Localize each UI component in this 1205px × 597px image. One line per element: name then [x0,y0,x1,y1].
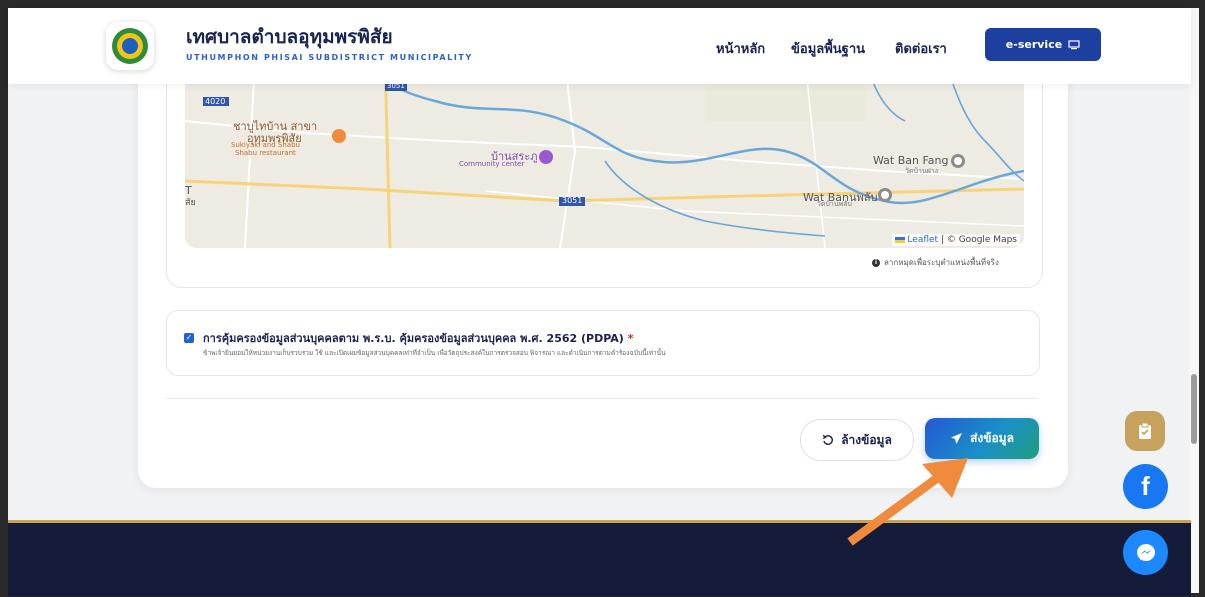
logo-seal-core [122,38,138,54]
window-frame-left [0,0,8,597]
map-poi-community-en: Community center [459,160,525,168]
road-4020-label: 4020 [205,97,226,106]
pdpa-title-text: การคุ้มครองข้อมูลส่วนบุคคลตาม พ.ร.บ. คุ้… [203,332,624,345]
window-frame-right [1199,0,1205,597]
page-scrollbar[interactable] [1189,8,1199,593]
eservice-button[interactable]: e-service [985,28,1101,61]
nav-basic-info[interactable]: ข้อมูลพื้นฐาน [791,38,865,59]
facebook-icon: f [1141,471,1150,501]
form-divider [166,398,1038,399]
nav-contact[interactable]: ติดต่อเรา [895,38,947,59]
pdpa-description: ข้าพเจ้ายินยอมให้หน่วยงานเก็บรวบรวม ใช้ … [203,349,666,357]
map-poi-restaurant-en2: Shabu restaurant [235,149,296,157]
pdpa-consent-box: ✓ การคุ้มครองข้อมูลส่วนบุคคลตาม พ.ร.บ. ค… [166,310,1040,376]
send-icon [951,433,963,444]
required-mark: * [627,332,634,345]
facebook-button[interactable]: f [1123,464,1168,509]
map-attribution: Leaflet | © Google Maps [891,234,1020,246]
municipality-logo[interactable] [106,22,154,70]
site-header: เทศบาลตำบลอุทุมพรพิสัย UTHUMPHON PHISAI … [8,8,1191,84]
floating-document-button[interactable] [1125,411,1165,451]
map-poi-wat-ban-fang-th: วัดบ้านฝาง [905,167,939,175]
scrollbar-thumb[interactable] [1191,374,1197,444]
leaflet-link[interactable]: Leaflet [907,235,938,245]
eservice-label: e-service [1005,38,1063,51]
map-card: 4020 3051 3051 ชาบูไทบ้าน สาขา อุทุมพรพิ… [166,60,1043,288]
ukraine-flag-icon [894,236,905,243]
site-footer [8,520,1191,596]
map-hint-text: ลากหมุดเพื่อระบุตำแหน่งพื้นที่จริง [884,258,999,267]
messenger-button[interactable] [1123,530,1168,575]
map-poi-restaurant-en: Sukiyaki and Shabu [231,141,300,149]
pdpa-title[interactable]: การคุ้มครองข้อมูลส่วนบุคคลตาม พ.ร.บ. คุ้… [203,329,633,347]
undo-icon [822,434,834,445]
clipboard-check-icon [1139,422,1151,439]
messenger-icon [1136,543,1155,561]
reset-label: ล้างข้อมูล [841,432,892,447]
info-icon: i [872,258,880,267]
annotation-arrow-icon [847,458,968,546]
pdpa-checkbox[interactable]: ✓ [184,333,194,343]
map-hint: i ลากหมุดเพื่อระบุตำแหน่งพื้นที่จริง [872,256,999,269]
site-title[interactable]: เทศบาลตำบลอุทุมพรพิสัย [186,22,393,52]
nav-home[interactable]: หน้าหลัก [716,38,765,59]
location-map[interactable]: 4020 3051 3051 ชาบูไทบ้าน สาขา อุทุมพรพิ… [185,61,1024,248]
submit-label: ส่งข้อมูล [970,431,1014,445]
road-3051-label: 3051 [562,196,583,205]
site-subtitle: UTHUMPHON PHISAI SUBDISTRICT MUNICIPALIT… [186,53,473,62]
google-maps-attribution: | © Google Maps [940,235,1017,245]
window-frame-top [0,0,1205,8]
map-poi-wat-ban-phlap-th: วัดบ้านพลับ [817,200,852,208]
monitor-icon [1068,39,1080,49]
map-label-sai: สัย [185,198,196,208]
